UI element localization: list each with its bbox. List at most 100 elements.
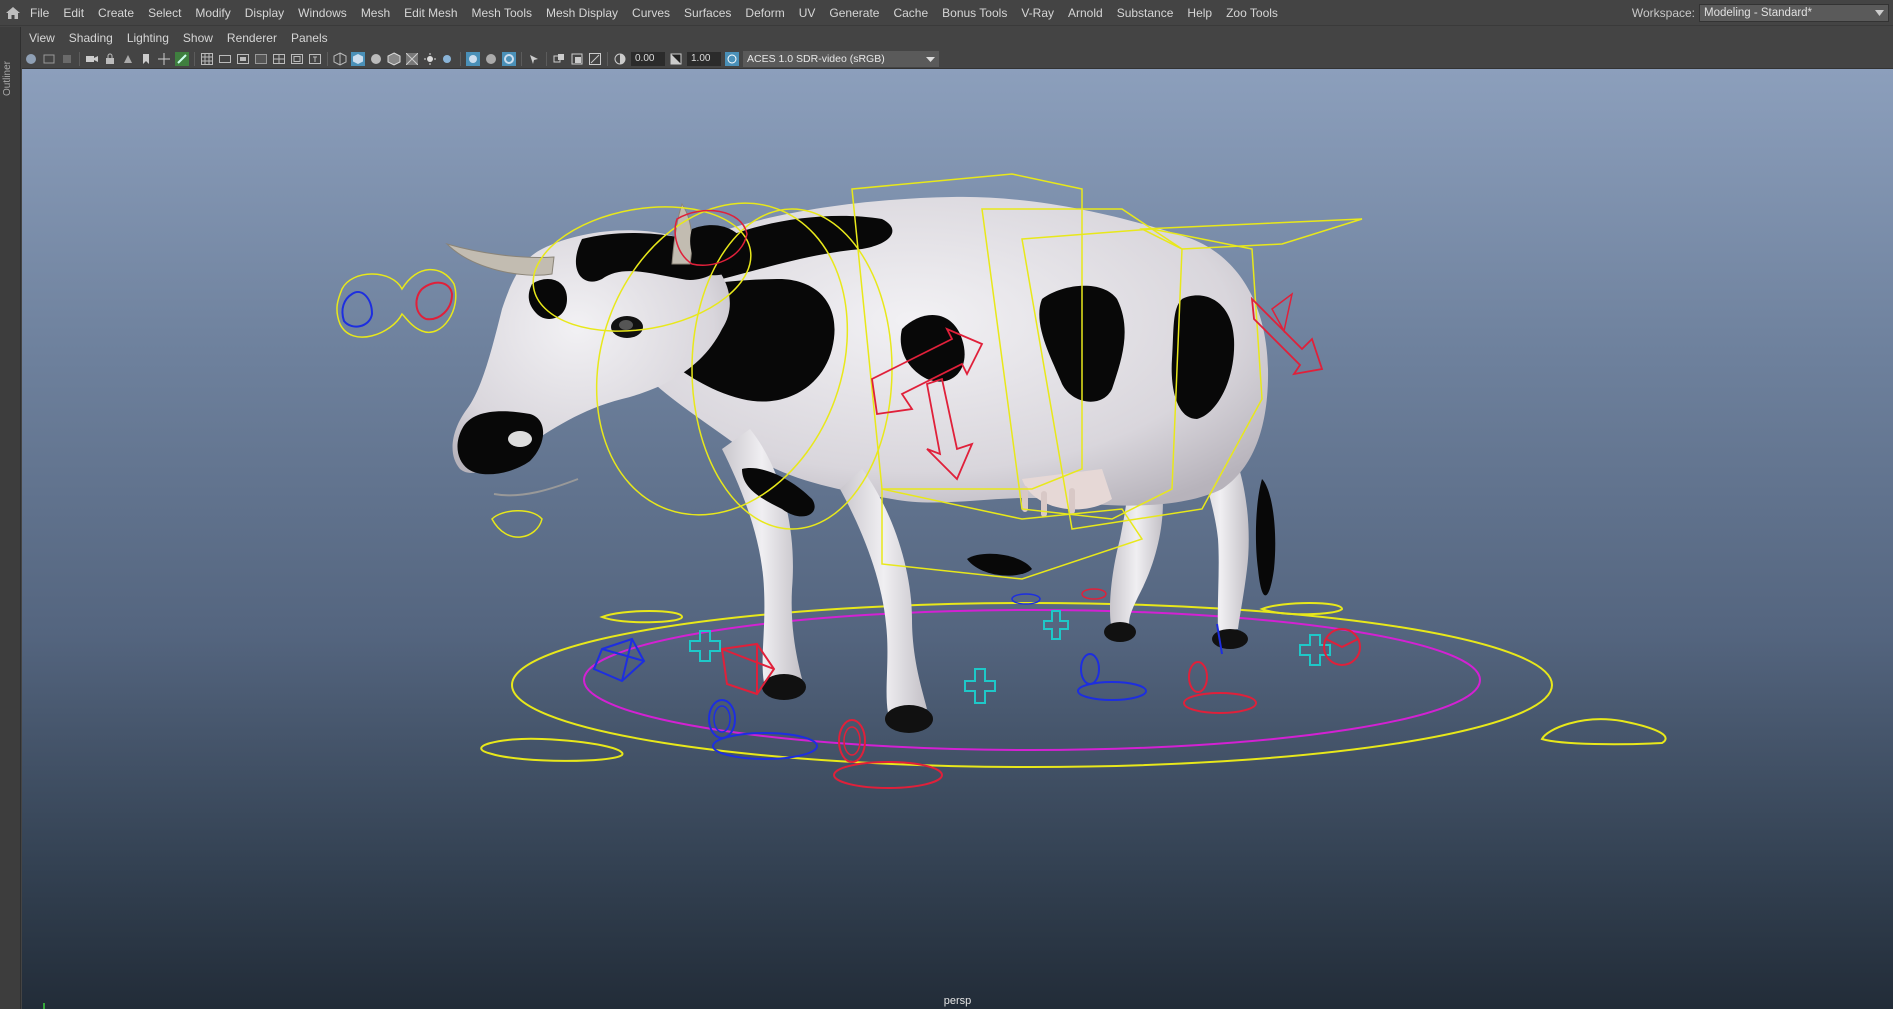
home-icon[interactable] (0, 0, 26, 26)
root-control-outer[interactable] (511, 602, 1553, 768)
menu-curves[interactable]: Curves (625, 0, 677, 26)
menu-edit-mesh[interactable]: Edit Mesh (397, 0, 464, 26)
cow-hoof (885, 705, 933, 733)
xray-icon[interactable] (405, 52, 419, 66)
menu-substance[interactable]: Substance (1110, 0, 1181, 26)
gate-mask-icon[interactable] (254, 52, 268, 66)
menu-surfaces[interactable]: Surfaces (677, 0, 738, 26)
menu-mesh-display[interactable]: Mesh Display (539, 0, 625, 26)
mid-pivot-cyan[interactable] (964, 668, 996, 704)
menu-help[interactable]: Help (1180, 0, 1219, 26)
menu-mesh[interactable]: Mesh (354, 0, 397, 26)
front-knee-inner-left[interactable] (713, 705, 731, 733)
panel-menu-show[interactable]: Show (176, 27, 220, 49)
menu-create[interactable]: Create (91, 0, 141, 26)
camera-attributes-icon[interactable] (42, 52, 56, 66)
menu-modify[interactable]: Modify (188, 0, 237, 26)
select-camera-icon[interactable] (527, 52, 541, 66)
belly-pivot-cyan[interactable] (1043, 610, 1069, 640)
ssao-icon[interactable] (588, 52, 602, 66)
menu-cache[interactable]: Cache (886, 0, 935, 26)
hind-fk-control[interactable] (1271, 292, 1294, 334)
menu-deform[interactable]: Deform (738, 0, 791, 26)
menu-windows[interactable]: Windows (291, 0, 354, 26)
menu-display[interactable]: Display (238, 0, 291, 26)
root-control-inner[interactable] (583, 609, 1481, 751)
panel-menu-view[interactable]: View (22, 27, 62, 49)
jaw-control[interactable] (491, 510, 543, 538)
camera-name-label: persp (943, 995, 972, 1007)
panel-menu-shading[interactable]: Shading (62, 27, 120, 49)
menu-list: File Edit Create Select Modify Display Windows… (26, 0, 1285, 26)
default-material-icon[interactable] (369, 52, 383, 66)
camera-icon[interactable] (85, 52, 99, 66)
cow-horn-left (445, 242, 555, 276)
lights-icon[interactable] (423, 52, 437, 66)
xray-joints-icon[interactable] (484, 52, 498, 66)
ground-pad-left[interactable] (480, 737, 624, 762)
toolbar-divider (79, 51, 80, 66)
menu-zoo-tools[interactable]: Zoo Tools (1219, 0, 1285, 26)
menu-bonus-tools[interactable]: Bonus Tools (935, 0, 1014, 26)
workspace-area: Workspace: Modeling - Standard* (1632, 0, 1893, 26)
resolution-gate-icon[interactable] (236, 52, 250, 66)
two-sided-lighting-icon[interactable] (552, 52, 566, 66)
front-knee-inner-right[interactable] (843, 726, 861, 756)
menu-mesh-tools[interactable]: Mesh Tools (465, 0, 539, 26)
menu-file[interactable]: File (26, 0, 56, 26)
menu-edit[interactable]: Edit (56, 0, 91, 26)
grease-pencil-icon[interactable] (175, 51, 189, 66)
front-leg-pivot-cyan[interactable] (689, 630, 721, 662)
menu-select[interactable]: Select (141, 0, 188, 26)
move-camera-icon[interactable] (157, 52, 171, 66)
panel-menu-lighting[interactable]: Lighting (120, 27, 176, 49)
grid-icon[interactable] (200, 52, 214, 66)
panel-menu-renderer[interactable]: Renderer (220, 27, 284, 49)
toolbar-divider (607, 51, 608, 66)
workspace-dropdown[interactable]: Modeling - Standard* (1699, 4, 1889, 22)
bookmark-icon[interactable] (60, 52, 74, 66)
panel-toolbar: 0.00 1.00 ACES 1.0 SDR-video (sRGB) (22, 49, 1893, 69)
color-management-icon[interactable] (725, 51, 739, 66)
exposure-icon[interactable] (613, 52, 627, 66)
ground-pad-right[interactable] (1540, 718, 1667, 746)
safe-action-icon[interactable] (290, 52, 304, 66)
front-foot-control-right[interactable] (833, 761, 943, 789)
isolate-select-icon[interactable] (466, 51, 480, 66)
shadows-icon[interactable] (441, 52, 455, 66)
smooth-shade-icon[interactable] (351, 51, 365, 66)
field-chart-icon[interactable] (272, 52, 286, 66)
film-gate-icon[interactable] (218, 52, 232, 66)
exposure-field[interactable]: 0.00 (631, 51, 665, 66)
menu-generate[interactable]: Generate (822, 0, 886, 26)
ground-pad-back-right[interactable] (1259, 602, 1344, 616)
menu-v-ray[interactable]: V-Ray (1014, 0, 1061, 26)
menu-arnold[interactable]: Arnold (1061, 0, 1110, 26)
ear-control-left[interactable] (341, 291, 374, 328)
toolbar-divider (460, 51, 461, 66)
safe-title-icon[interactable] (308, 52, 322, 66)
image-plane-icon[interactable] (121, 52, 135, 66)
panel-menu-panels[interactable]: Panels (284, 27, 335, 49)
gamma-icon[interactable] (669, 52, 683, 66)
backface-culling-icon[interactable] (570, 52, 584, 66)
back-knee-control-right[interactable] (1188, 661, 1208, 693)
wireframe-icon[interactable] (333, 51, 347, 66)
back-foot-control-right[interactable] (1183, 692, 1257, 714)
toolbar-divider (521, 51, 522, 66)
view-transform-value: ACES 1.0 SDR-video (sRGB) (747, 52, 885, 65)
menu-uv[interactable]: UV (792, 0, 823, 26)
wireframe-on-shaded-icon[interactable] (387, 51, 401, 66)
ground-pad-back-left[interactable] (599, 610, 684, 624)
udder-control-red[interactable] (1081, 588, 1107, 600)
camera-select-icon[interactable] (24, 52, 38, 66)
gamma-field[interactable]: 1.00 (687, 51, 721, 66)
ear-control-right[interactable] (415, 281, 454, 321)
lock-camera-icon[interactable] (103, 52, 117, 66)
back-knee-control-left[interactable] (1080, 653, 1100, 685)
view-transform-dropdown[interactable]: ACES 1.0 SDR-video (sRGB) (743, 50, 939, 67)
outliner-tab[interactable]: Outliner (2, 61, 13, 96)
xray-active-icon[interactable] (502, 51, 516, 66)
viewport-persp[interactable]: persp (22, 69, 1893, 1009)
bookmark-flag-icon[interactable] (139, 52, 153, 66)
